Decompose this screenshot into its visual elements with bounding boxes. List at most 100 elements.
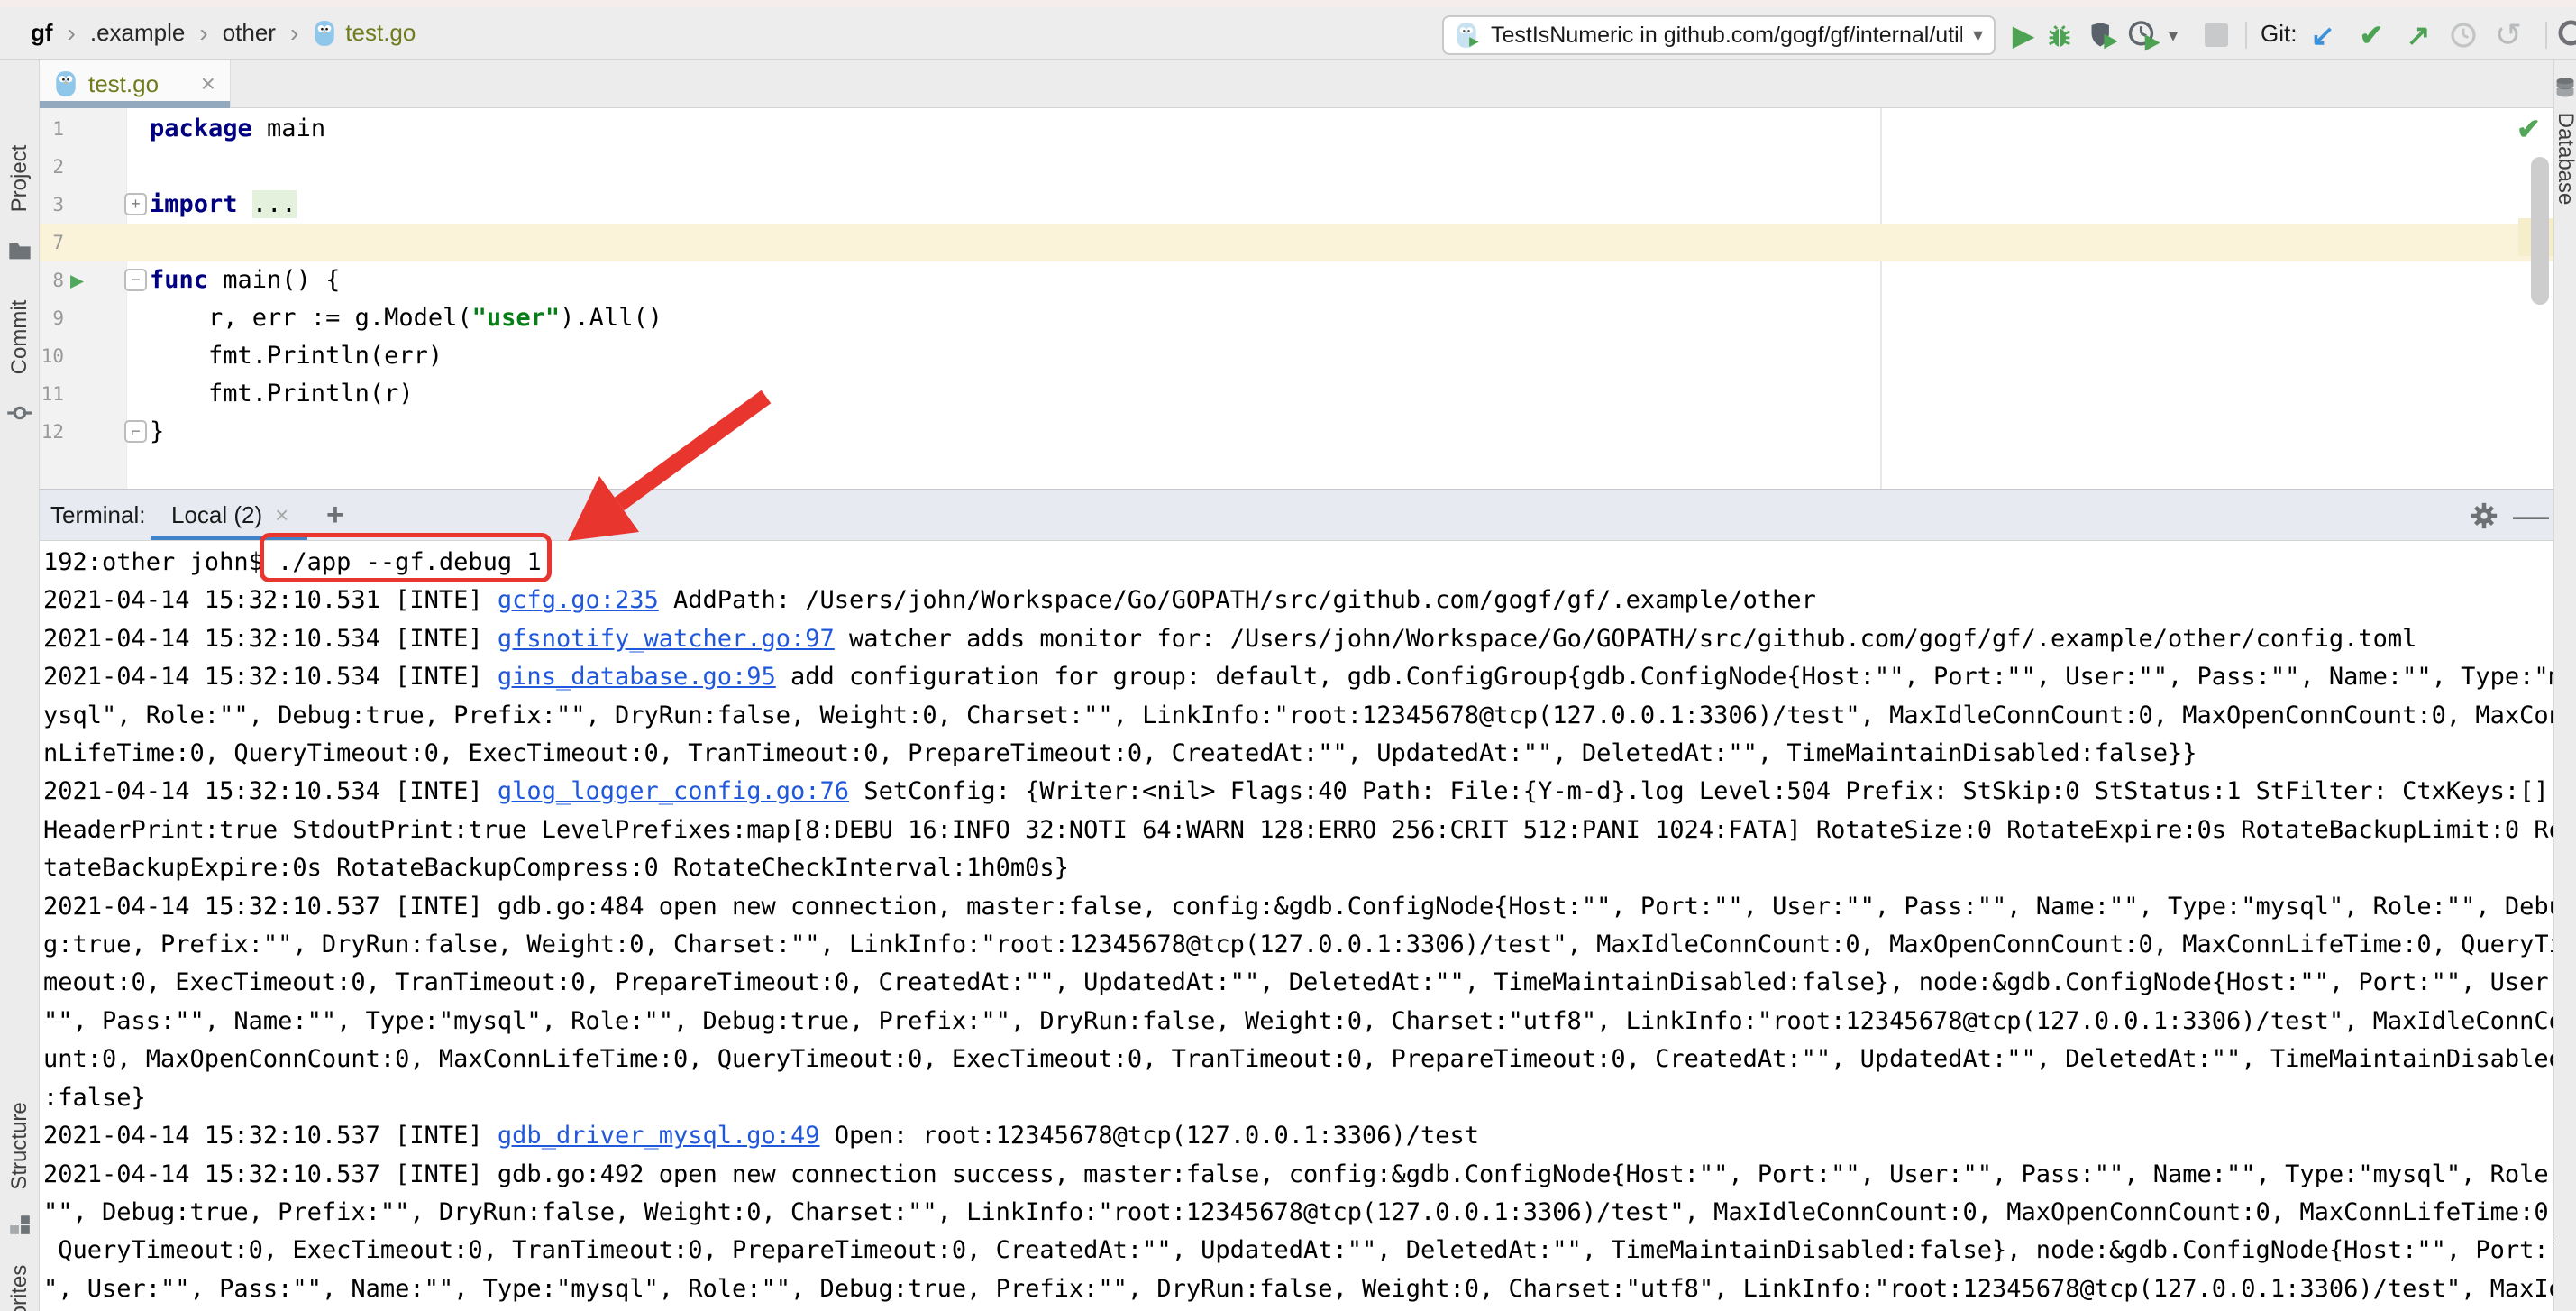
file-link[interactable]: gdb_driver_mysql.go:49 <box>498 1122 820 1150</box>
active-tab-indicator <box>40 101 230 108</box>
code-text: r, err := g.Model("user").All() <box>150 299 662 337</box>
line-number: 10 <box>40 337 64 375</box>
git-push-button[interactable]: ↗ <box>2398 16 2439 54</box>
line-number: 11 <box>40 375 64 413</box>
terminal-line: meout:0, ExecTimeout:0, TranTimeout:0, P… <box>43 964 2553 1002</box>
line-number: 3 <box>40 186 64 224</box>
terminal-command: ./app --gf.debug 1 <box>278 548 542 576</box>
fold-marker-icon[interactable]: ⌐ <box>124 420 147 443</box>
code-editor[interactable]: 1 package main23 +import ... 78▶ −func main(… <box>40 108 2553 489</box>
terminal-tab-local[interactable]: Local (2) × <box>171 490 288 540</box>
terminal-title: Terminal: <box>50 490 145 540</box>
commit-node-icon[interactable] <box>6 399 33 426</box>
terminal-line: 2021-04-14 15:32:10.534 [INTE] gfsnotify… <box>43 620 2553 658</box>
terminal-prompt: 192:other john$ <box>43 548 278 576</box>
tool-stripe-favorites[interactable]: Favorites <box>7 1265 32 1311</box>
code-line: 7 <box>40 224 2553 261</box>
gear-icon[interactable] <box>2464 497 2504 535</box>
code-line: 9 r, err := g.Model("user").All() <box>40 299 2553 337</box>
terminal-line: "", Pass:"", Name:"", Type:"mysql", Role… <box>43 1003 2553 1041</box>
code-line: 3 +import ... <box>40 186 2553 224</box>
debug-button[interactable] <box>2039 16 2080 54</box>
terminal-line: :false} <box>43 1079 2553 1117</box>
file-link[interactable]: glog_logger_config.go:76 <box>498 777 849 805</box>
code-text: } <box>150 413 164 451</box>
code-text: func main() { <box>150 261 340 299</box>
toolbar-separator <box>2545 22 2547 49</box>
line-number: 1 <box>40 110 64 148</box>
go-file-icon <box>54 70 78 97</box>
breadcrumb: gf › .example › other › test.go <box>31 7 416 59</box>
code-text: fmt.Println(err) <box>150 337 443 375</box>
run-with-coverage-button[interactable] <box>2082 16 2124 54</box>
breadcrumb-project[interactable]: gf <box>31 19 53 47</box>
tab-test-go[interactable]: test.go × <box>40 60 231 108</box>
titlebar-sliver <box>0 0 2576 7</box>
left-tool-stripe: Project Commit Structure Favorites ★ <box>0 60 40 1311</box>
terminal-prompt-line: 192:other john$ ./app --gf.debug 1 <box>43 544 2553 582</box>
chevron-right-icon: › <box>290 19 298 48</box>
chevron-down-icon[interactable]: ▾ <box>2160 16 2187 54</box>
line-number: 7 <box>40 224 64 261</box>
file-link[interactable]: gins_database.go:95 <box>498 663 776 691</box>
code-text: package main <box>150 110 325 148</box>
terminal-line: nLifeTime:0, QueryTimeout:0, ExecTimeout… <box>43 735 2553 773</box>
terminal-line: tateBackupExpire:0s RotateBackupCompress… <box>43 849 2553 887</box>
tool-stripe-project[interactable]: Project <box>7 145 32 213</box>
chevron-right-icon: › <box>68 19 76 48</box>
breadcrumb-file[interactable]: test.go <box>345 19 416 47</box>
code-text: import ... <box>150 186 297 224</box>
terminal-line: "", Debug:true, Prefix:"", DryRun:false,… <box>43 1194 2553 1232</box>
code-line: 12⌐} <box>40 413 2553 451</box>
fold-marker-icon[interactable]: + <box>124 193 147 215</box>
tool-stripe-database[interactable]: Database <box>2553 113 2576 206</box>
breadcrumb-other[interactable]: other <box>223 19 276 47</box>
folder-icon[interactable] <box>7 240 32 261</box>
close-icon[interactable]: × <box>201 71 215 96</box>
close-icon[interactable]: × <box>275 501 288 529</box>
git-label: Git: <box>2261 7 2297 60</box>
code-line: 2 <box>40 148 2553 186</box>
tab-label: test.go <box>88 70 190 98</box>
git-update-button[interactable]: ↙ <box>2302 16 2343 54</box>
git-rollback-button: ↺ <box>2488 16 2529 54</box>
terminal-tab-label: Local (2) <box>171 501 262 529</box>
code-line: 10 fmt.Println(err) <box>40 337 2553 375</box>
terminal-line: unt:0, MaxOpenConnCount:0, MaxConnLifeTi… <box>43 1041 2553 1078</box>
editor-tabbar: test.go × <box>40 60 2553 108</box>
inspection-ok-icon: ✔ <box>2517 112 2541 146</box>
terminal-line: 2021-04-14 15:32:10.537 [INTE] gdb.go:49… <box>43 1156 2553 1194</box>
go-test-icon <box>1455 22 1480 49</box>
terminal-line: 2021-04-14 15:32:10.534 [INTE] gins_data… <box>43 658 2553 696</box>
breadcrumb-example[interactable]: .example <box>90 19 186 47</box>
ide-window: gf › .example › other › test.go TestIsNu… <box>0 0 2576 1311</box>
file-link[interactable]: gcfg.go:235 <box>498 586 659 614</box>
database-icon[interactable] <box>2554 77 2576 100</box>
code-text: fmt.Println(r) <box>150 375 414 413</box>
structure-icon[interactable] <box>8 1213 32 1236</box>
terminal-panel[interactable]: 192:other john$ ./app --gf.debug 1 2021-… <box>40 541 2553 1311</box>
go-file-icon <box>313 20 336 47</box>
code-line: 1 package main <box>40 110 2553 148</box>
file-link[interactable]: gfsnotify_watcher.go:97 <box>498 625 835 653</box>
run-gutter-icon[interactable]: ▶ <box>70 261 84 299</box>
new-terminal-button[interactable]: + <box>315 490 355 540</box>
tool-stripe-commit[interactable]: Commit <box>7 300 32 375</box>
git-commit-button[interactable]: ✔ <box>2351 16 2392 54</box>
run-configuration-select[interactable]: TestIsNumeric in github.com/gogf/gf/inte… <box>1442 15 1996 55</box>
terminal-line: ", User:"", Pass:"", Name:"", Type:"mysq… <box>43 1270 2553 1308</box>
right-tool-stripe: Database <box>2553 60 2576 1311</box>
line-number: 9 <box>40 299 64 337</box>
terminal-line: 2021-04-14 15:32:10.537 [INTE] gdb.go:48… <box>43 888 2553 926</box>
terminal-line: 2021-04-14 15:32:10.537 [INTE] gdb_drive… <box>43 1117 2553 1155</box>
search-icon[interactable] <box>2553 16 2576 54</box>
terminal-line: 2021-04-14 15:32:10.534 [INTE] glog_logg… <box>43 773 2553 811</box>
hide-tool-window-button[interactable]: — <box>2511 497 2551 535</box>
fold-marker-icon[interactable]: − <box>124 269 147 291</box>
editor-scrollbar[interactable] <box>2531 157 2549 305</box>
tool-stripe-structure[interactable]: Structure <box>7 1102 32 1189</box>
terminal-line: ysql", Role:"", Debug:true, Prefix:"", D… <box>43 697 2553 735</box>
git-history-button <box>2443 16 2484 54</box>
chevron-down-icon: ▾ <box>1973 23 1983 47</box>
line-number: 8 <box>40 261 64 299</box>
